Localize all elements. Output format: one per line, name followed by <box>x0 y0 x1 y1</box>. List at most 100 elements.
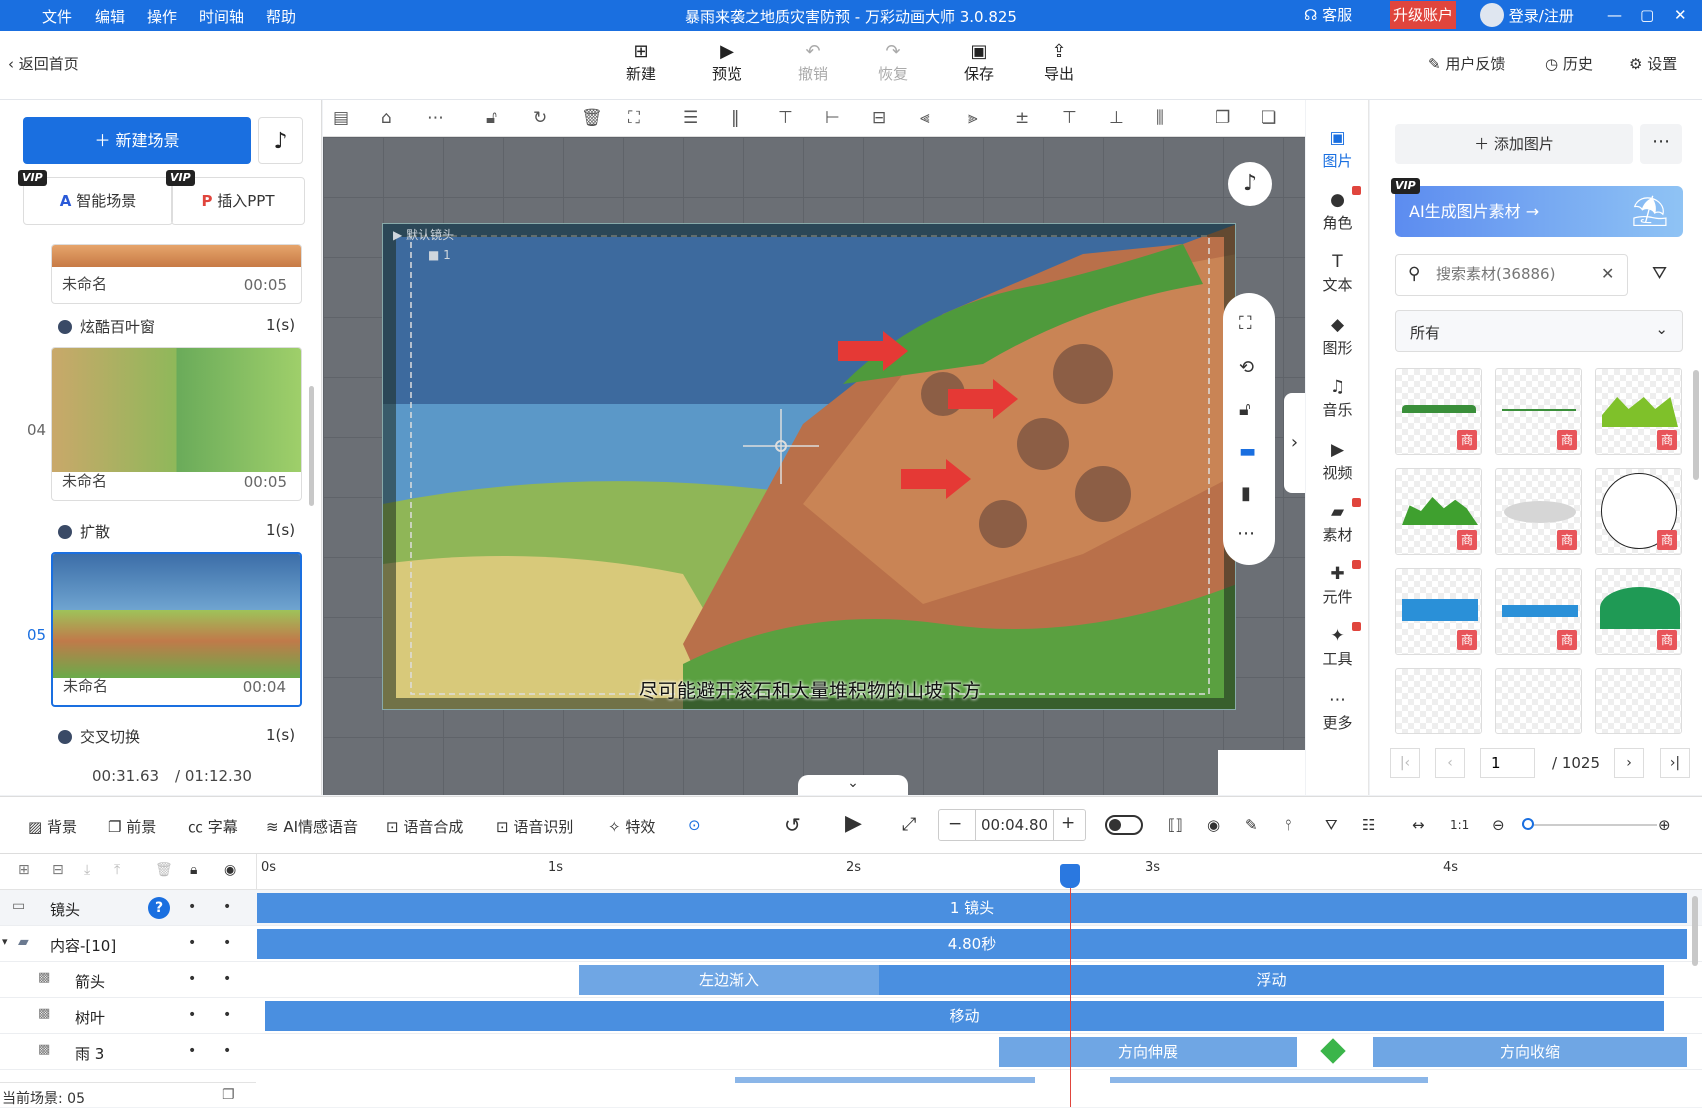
tab-materials[interactable]: ▰ 素材 <box>1306 498 1369 545</box>
scene-card[interactable]: 未命名 00:05 <box>51 244 302 304</box>
mobile-icon[interactable]: ▮ <box>1241 483 1251 504</box>
edit-icon[interactable]: ✎ <box>1245 816 1258 834</box>
track-row[interactable]: ▭ 镜头 ? • • 1 镜头 <box>0 890 1702 926</box>
transition-item[interactable]: 交叉切换 <box>58 726 140 747</box>
visible-dot[interactable]: • <box>223 1043 231 1059</box>
visible-dot[interactable]: • <box>223 971 231 987</box>
close-icon[interactable]: ✕ <box>1674 3 1687 28</box>
asset-thumbnail[interactable]: 商 <box>1395 468 1482 555</box>
tab-shapes[interactable]: ◆ 图形 <box>1306 315 1369 358</box>
align-middle-icon[interactable]: ± <box>1015 108 1029 128</box>
lock-icon[interactable]: 🔓︎ <box>486 108 497 128</box>
effects-button[interactable]: ✧ 特效 <box>608 816 655 837</box>
maximize-icon[interactable]: ▢ <box>1640 3 1654 28</box>
tab-more[interactable]: ⋯ 更多 <box>1306 690 1369 733</box>
track-bar-partial[interactable] <box>1110 1077 1428 1083</box>
copy-icon[interactable]: ❐ <box>222 1087 235 1103</box>
new-scene-button[interactable]: ＋ 新建场景 <box>23 117 251 164</box>
lock-dot[interactable]: • <box>188 1043 196 1059</box>
asset-thumbnail[interactable]: 商 <box>1595 468 1682 555</box>
screenshot-icon[interactable]: ◉ <box>1207 816 1220 834</box>
current-time[interactable]: 00:04.80 <box>981 816 1048 834</box>
split-icon[interactable]: ⫯ <box>1285 816 1292 834</box>
desktop-icon[interactable]: ▬ <box>1239 441 1256 462</box>
unlock-icon[interactable]: 🔓︎ <box>1239 399 1251 420</box>
save-button[interactable]: ▣ 保存 <box>951 41 1007 84</box>
search-input[interactable] <box>1436 265 1596 283</box>
camera-frame-icon[interactable]: ⟦⟧ <box>1168 816 1183 834</box>
align-left-icon[interactable]: ⊢ <box>825 108 840 128</box>
filter-icon[interactable]: ⛛ <box>1325 816 1338 834</box>
scene-stage[interactable]: ▶ 默认镜头 ■ 1 尽可能避开滚石和大量堆积物的山坡下方 <box>382 223 1236 710</box>
move-up-icon[interactable]: ⤒ <box>114 862 120 878</box>
more-icon[interactable]: ⋯ <box>427 108 444 128</box>
track-bar[interactable]: 4.80秒 <box>257 929 1687 959</box>
feedback-link[interactable]: ✎ 用户反馈 <box>1428 53 1505 74</box>
asset-thumbnail[interactable]: 商 <box>1495 368 1582 455</box>
rotate-icon[interactable]: ⟲ <box>1239 357 1254 378</box>
scene-card[interactable]: 未命名 00:05 <box>51 347 302 501</box>
prev-page-icon[interactable]: ‹ <box>1435 748 1465 778</box>
brush-icon[interactable]: ▤ <box>333 108 349 128</box>
delete-icon[interactable]: 🗑︎ <box>581 108 603 128</box>
preview-button[interactable]: ▶ 预览 <box>699 41 755 84</box>
add-layer-icon[interactable]: ⊟ <box>52 862 64 878</box>
zoom-out-icon[interactable]: ⊖ <box>1492 816 1505 834</box>
tts-button[interactable]: ⊡ 语音合成 <box>386 816 463 837</box>
export-button[interactable]: ⇪ 导出 <box>1031 41 1087 84</box>
first-page-icon[interactable]: |‹ <box>1390 748 1420 778</box>
smart-scene-button[interactable]: VIP A 智能场景 <box>18 170 173 225</box>
rotate-icon[interactable]: ↻ <box>533 108 547 128</box>
collapse-icon[interactable]: ▾ <box>2 935 8 948</box>
zoom-slider[interactable] <box>1522 818 1657 830</box>
asset-thumbnail[interactable] <box>1395 668 1482 734</box>
scene-card-selected[interactable]: 未命名 00:04 <box>51 552 302 707</box>
transition-item[interactable]: 扩散 <box>58 521 110 542</box>
track-bar[interactable]: 1 镜头 <box>257 893 1687 923</box>
track-row[interactable]: ▩ 雨 3 • • 方向伸展 方向收缩 <box>0 1034 1702 1070</box>
asset-thumbnail[interactable] <box>1595 668 1682 734</box>
replay-icon[interactable]: ↺ <box>784 813 801 837</box>
zoom-slider-thumb[interactable] <box>1522 818 1534 830</box>
align-top-icon[interactable]: ⊤ <box>778 108 793 128</box>
track-row[interactable]: ▩ 树叶 • • 移动 <box>0 998 1702 1034</box>
paste-icon[interactable]: ❏ <box>1261 108 1276 128</box>
history-link[interactable]: ◷ 历史 <box>1545 53 1593 74</box>
subtitle-button[interactable]: ㏄ 字幕 <box>188 816 238 837</box>
lock-dot[interactable]: • <box>188 971 196 987</box>
visible-dot[interactable]: • <box>223 1007 231 1023</box>
more-circle-icon[interactable]: ⊙ <box>688 816 701 834</box>
undo-button[interactable]: ↶ 撤销 <box>785 41 841 84</box>
tab-components[interactable]: ✚ 元件 <box>1306 560 1369 607</box>
keyframe-diamond-icon[interactable] <box>1320 1038 1346 1064</box>
transition-item[interactable]: 炫酷百叶窗 <box>58 316 155 337</box>
track-row[interactable]: ▩ 箭头 • • 左边渐入 浮动 <box>0 962 1702 998</box>
music-note-icon[interactable]: ♪ <box>1228 162 1272 206</box>
plus-icon[interactable]: + <box>1061 813 1075 833</box>
more-icon[interactable]: ⋯ <box>1640 124 1682 164</box>
chevron-right-icon[interactable]: › <box>1284 393 1305 493</box>
track-bar-partial[interactable] <box>735 1077 1035 1083</box>
delete-icon[interactable]: 🗑︎ <box>155 862 173 878</box>
insert-ppt-button[interactable]: VIP P 插入PPT <box>166 170 305 225</box>
align-center-v-icon[interactable]: ‖ <box>731 108 740 128</box>
lock-dot[interactable]: • <box>188 935 196 951</box>
ai-voice-button[interactable]: ≋ AI情感语音 <box>266 816 358 837</box>
category-select[interactable]: 所有 ⌄ <box>1395 310 1683 352</box>
asr-button[interactable]: ⊡ 语音识别 <box>496 816 573 837</box>
settings-link[interactable]: ⚙ 设置 <box>1629 53 1677 74</box>
scrollbar[interactable] <box>1693 370 1699 480</box>
track-bar[interactable]: 方向伸展 <box>999 1037 1297 1067</box>
align-bottom-icon[interactable]: ⊥ <box>1109 108 1124 128</box>
toggle-switch[interactable] <box>1105 815 1143 835</box>
distribute-icon[interactable]: ⊟ <box>872 108 886 128</box>
scrollbar[interactable] <box>1692 896 1698 966</box>
fit-width-icon[interactable]: ↔ <box>1412 816 1425 834</box>
tab-images[interactable]: ▣ 图片 <box>1306 128 1369 171</box>
home-icon[interactable]: ⌂ <box>381 108 392 128</box>
tab-music[interactable]: ♫ 音乐 <box>1306 377 1369 420</box>
page-input[interactable] <box>1480 748 1535 778</box>
align-top-edge-icon[interactable]: ⊤ <box>1062 108 1077 128</box>
help-icon[interactable]: ? <box>148 897 170 919</box>
music-note-icon[interactable]: ♪ <box>258 117 303 164</box>
